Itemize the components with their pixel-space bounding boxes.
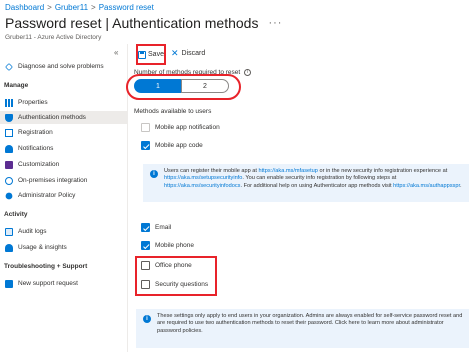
info-icon: i [150, 170, 158, 178]
link-securityinfodocs[interactable]: https://aka.ms/securityinfodocs [164, 183, 240, 189]
discard-button[interactable]: ✕ Discard [171, 49, 205, 58]
sidebar-item-label: Customization [18, 161, 60, 168]
properties-icon [5, 98, 13, 107]
method-office-phone[interactable]: Office phone [141, 261, 192, 270]
method-label: Email [155, 224, 172, 231]
checkbox[interactable] [141, 223, 150, 232]
sidebar-item-label: Usage & insights [18, 244, 67, 251]
shield-icon [5, 113, 13, 122]
support-icon [5, 279, 13, 288]
audit-log-icon [5, 227, 13, 236]
method-mobile-app-notification[interactable]: Mobile app notification [141, 123, 220, 132]
sidebar-item-label: Authentication methods [18, 114, 86, 121]
methods-required-option-2[interactable]: 2 [181, 79, 229, 93]
method-mobile-app-code[interactable]: Mobile app code [141, 141, 203, 150]
method-email[interactable]: Email [141, 223, 171, 232]
usage-icon [5, 243, 13, 252]
sync-icon [5, 176, 13, 185]
methods-available-label: Methods available to users [134, 108, 212, 115]
info-banner-text: Users can register their mobile app at h… [164, 168, 462, 189]
method-label: Security questions [155, 281, 209, 288]
sidebar: « Diagnose and solve problems Manage Pro… [0, 44, 128, 352]
save-icon [138, 50, 147, 59]
sidebar-item-audit-logs[interactable]: Audit logs [0, 225, 128, 238]
link-authappsspr[interactable]: https://aka.ms/authappsspr [393, 183, 460, 189]
sidebar-item-label: Properties [18, 99, 48, 106]
info-banner-text: These settings only apply to end users i… [157, 313, 463, 334]
breadcrumb-separator: > [91, 3, 96, 12]
discard-label: Discard [181, 50, 206, 57]
sidebar-item-customization[interactable]: Customization [0, 158, 128, 171]
method-mobile-phone[interactable]: Mobile phone [141, 241, 194, 250]
checkbox[interactable] [141, 141, 150, 150]
breadcrumb-separator: > [47, 3, 52, 12]
section-troubleshooting: Troubleshooting + Support [4, 263, 88, 270]
sidebar-item-label: On-premises integration [18, 177, 88, 184]
wrench-icon [5, 62, 13, 71]
save-label: Save [148, 51, 164, 58]
sidebar-item-label: New support request [18, 280, 78, 287]
policy-icon [5, 192, 13, 199]
method-label: Office phone [155, 262, 192, 269]
breadcrumb-password-reset[interactable]: Password reset [99, 3, 154, 12]
sidebar-item-label: Audit logs [18, 228, 47, 235]
breadcrumb-tenant[interactable]: Gruber11 [55, 3, 88, 12]
method-label: Mobile app code [155, 142, 203, 149]
link-mfasetup[interactable]: https://aka.ms/mfasetup [259, 168, 318, 174]
more-options-icon[interactable]: ··· [268, 17, 282, 29]
breadcrumb: Dashboard > Gruber11 > Password reset [5, 3, 154, 12]
checkbox[interactable] [141, 241, 150, 250]
sidebar-item-label: Registration [18, 129, 53, 136]
collapse-sidebar-icon[interactable]: « [114, 48, 118, 57]
method-security-questions[interactable]: Security questions [141, 280, 208, 289]
method-label: Mobile app notification [155, 124, 220, 131]
bell-icon [5, 144, 13, 153]
link-setupsecurityinfo[interactable]: https://aka.ms/setupsecurityinfo [164, 175, 242, 181]
sidebar-item-label: Diagnose and solve problems [18, 63, 104, 70]
sidebar-item-admin-policy[interactable]: Administrator Policy [0, 189, 128, 202]
methods-required-option-1[interactable]: 1 [134, 79, 182, 93]
info-banner-registration: i Users can register their mobile app at… [143, 164, 469, 202]
sidebar-item-label: Notifications [18, 145, 54, 152]
breadcrumb-dashboard[interactable]: Dashboard [5, 3, 44, 12]
sidebar-item-usage-insights[interactable]: Usage & insights [0, 241, 128, 254]
sidebar-item-on-premises[interactable]: On-premises integration [0, 174, 128, 187]
section-activity: Activity [4, 211, 28, 218]
info-icon[interactable]: i [244, 69, 252, 76]
checkbox[interactable] [141, 123, 150, 132]
checkbox[interactable] [141, 261, 150, 270]
method-label: Mobile phone [155, 242, 195, 249]
customization-icon [5, 160, 13, 169]
sidebar-item-notifications[interactable]: Notifications [0, 142, 128, 155]
close-icon: ✕ [171, 48, 179, 58]
save-button[interactable]: Save [136, 44, 166, 65]
sidebar-item-label: Administrator Policy [18, 192, 76, 199]
sidebar-item-new-support-request[interactable]: New support request [0, 277, 128, 290]
info-icon: i [143, 315, 151, 323]
checkbox[interactable] [141, 280, 150, 289]
registration-icon [5, 128, 13, 137]
sidebar-item-registration[interactable]: Registration [0, 126, 128, 139]
section-manage: Manage [4, 82, 29, 89]
page-subtitle: Gruber11 - Azure Active Directory [5, 34, 102, 41]
info-banner-admin-policy: i These settings only apply to end users… [136, 309, 469, 348]
sidebar-item-properties[interactable]: Properties [0, 96, 128, 109]
page-title: Password reset | Authentication methods [5, 15, 259, 31]
sidebar-item-authentication-methods[interactable]: Authentication methods [0, 111, 128, 124]
sidebar-item-diagnose[interactable]: Diagnose and solve problems [0, 60, 128, 73]
